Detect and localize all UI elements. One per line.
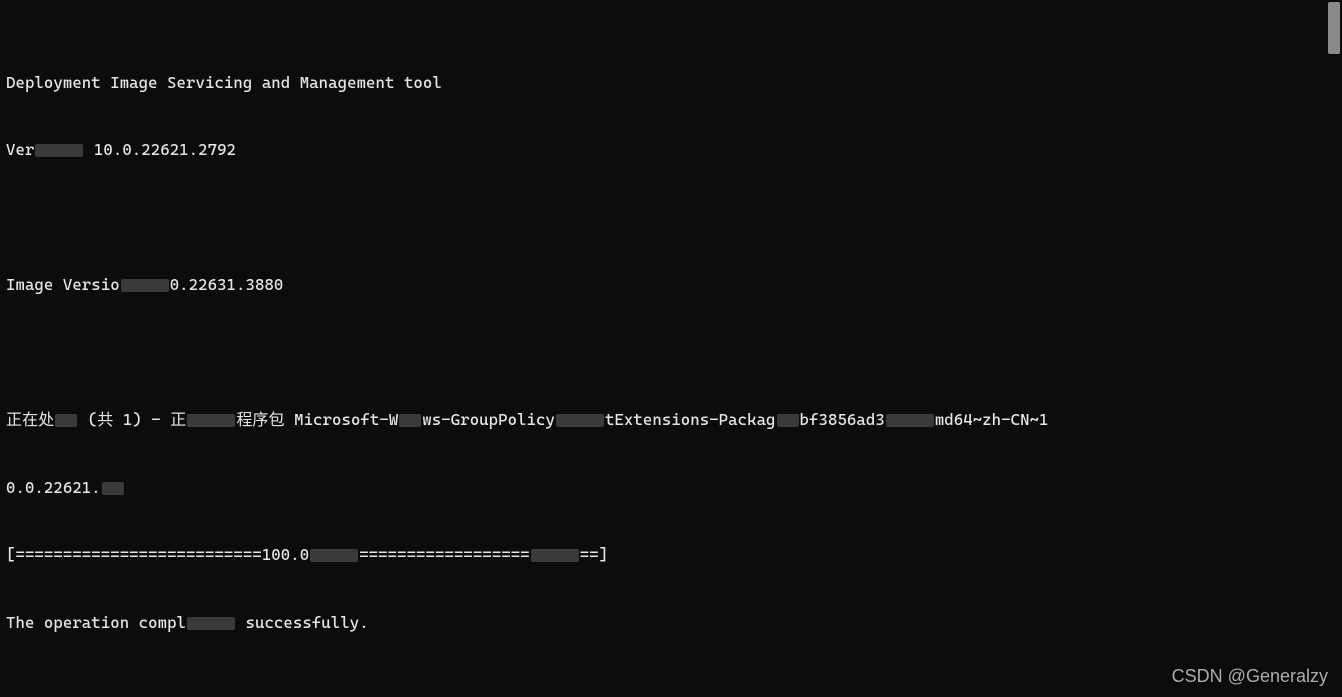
redacted-text <box>886 414 934 427</box>
image-version: Image Versio0.22631.3880 <box>6 274 1336 297</box>
redacted-text <box>35 144 83 157</box>
redacted-text <box>102 482 124 495</box>
processing-line-2: 0.0.22621. <box>6 477 1336 500</box>
redacted-text <box>531 549 579 562</box>
terminal-output: Deployment Image Servicing and Managemen… <box>0 0 1342 697</box>
redacted-text <box>556 414 604 427</box>
progress-bar: [==========================100.0========… <box>6 544 1336 567</box>
scrollbar[interactable] <box>1326 0 1342 697</box>
processing-line: 正在处 (共 1) - 正程序包 Microsoft-Wws-GroupPoli… <box>6 409 1336 432</box>
redacted-text <box>55 414 77 427</box>
redacted-text <box>399 414 421 427</box>
blank-line <box>6 207 1336 230</box>
redacted-text <box>187 414 235 427</box>
dism-version: Ver 10.0.22621.2792 <box>6 139 1336 162</box>
scrollbar-thumb[interactable] <box>1328 2 1340 54</box>
blank-line <box>6 342 1336 365</box>
redacted-text <box>777 414 799 427</box>
dism-header: Deployment Image Servicing and Managemen… <box>6 72 1336 95</box>
redacted-text <box>121 279 169 292</box>
redacted-text <box>310 549 358 562</box>
completion-line: The operation compl successfully. <box>6 612 1336 635</box>
redacted-text <box>187 617 235 630</box>
blank-line <box>6 679 1336 697</box>
